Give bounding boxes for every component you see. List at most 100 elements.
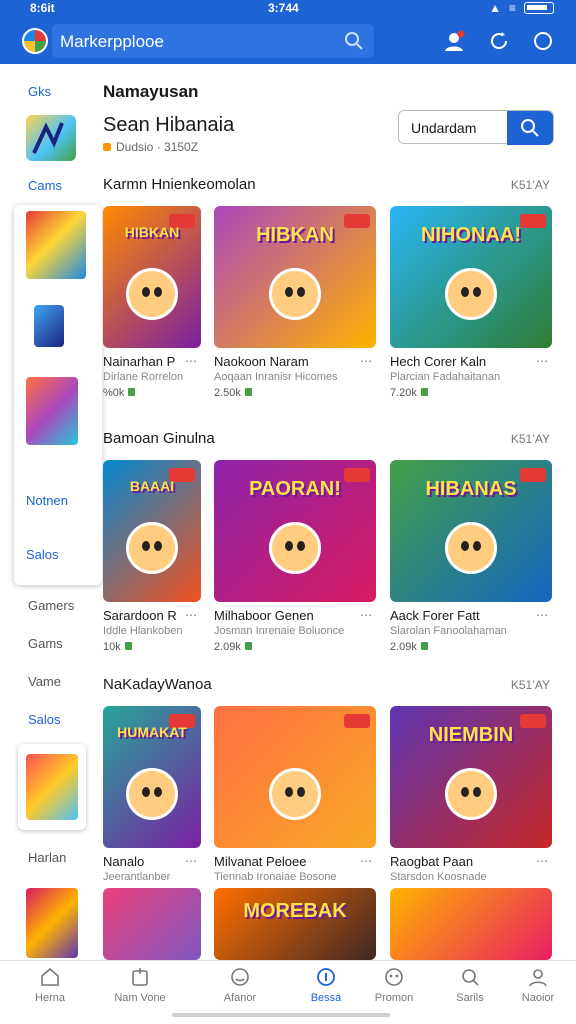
refresh-icon[interactable] [488,30,510,52]
more-options-icon[interactable]: ⋯ [185,608,197,622]
section-more-link[interactable]: K51’AY [511,178,550,192]
sidebar-item-salos[interactable]: Salos [26,547,59,562]
character-icon [126,768,178,820]
more-options-icon[interactable]: ⋯ [185,854,197,868]
game-card[interactable]: HIBKAN Nainarhan P Dirlane Rorrelon %0k ⋯ [103,206,201,399]
profile-icon [529,969,547,987]
game-developer: Plarcian Fadahaitanan [390,371,501,383]
game-thumbnail[interactable] [214,706,376,848]
game-thumbnail[interactable] [390,888,552,960]
game-name: Milvanat Peloee [214,854,307,869]
more-options-icon[interactable]: ⋯ [360,854,372,868]
game-name: Naokoon Naram [214,354,309,369]
game-developer: Tiennab Ironaiae Bosone [214,871,337,883]
game-card[interactable]: HUMAKAT Nanalo Jeerantlanber ⋯ [103,706,201,883]
game-art-title: HIBANAS [425,478,517,500]
more-options-icon[interactable]: ⋯ [360,354,372,368]
game-thumbnail[interactable]: HUMAKAT [103,706,201,848]
search-icon[interactable] [344,31,364,51]
game-card[interactable]: Milvanat Peloee Tiennab Ironaiae Bosone ⋯ [214,706,376,883]
game-thumbnail[interactable]: HIBANAS [390,460,552,602]
search-icon [521,119,539,137]
sidebar-game-thumb[interactable] [26,211,86,279]
sidebar-item-gks[interactable]: Gks [28,84,51,99]
sidebar-featured-card[interactable] [18,744,86,830]
game-thumbnail[interactable] [103,888,201,960]
game-thumbnail[interactable]: HIBKAN [103,206,201,348]
game-art-title: MOREBAK [243,900,347,922]
sidebar-item-vame[interactable]: Vame [28,674,61,689]
character-icon [126,268,178,320]
nav-item[interactable]: Afanor [210,966,270,1004]
update-search-button[interactable] [507,111,553,145]
sidebar-item-gamers[interactable]: Gamers [28,598,74,613]
nav-item[interactable]: Sarils [440,966,500,1004]
section-more-link[interactable]: K51’AY [511,432,550,446]
nav-item[interactable]: Naoior [508,966,568,1004]
game-card[interactable]: MOREBAK [214,888,376,960]
section-title: Bamoan Ginulna [103,430,215,447]
sidebar-item-harlan[interactable]: Harlan [28,850,66,865]
more-options-icon[interactable]: ⋯ [536,854,548,868]
badge-icon [344,714,370,728]
game-card[interactable]: HIBKAN Naokoon Naram Aoqaan Inranisr Hicom… [214,206,376,399]
game-card[interactable]: BAAAI Sarardoon R Iddle Hlankoben 10k ⋯ [103,460,201,653]
game-developer: Slarolan Fanoolahaman [390,625,507,637]
more-options-icon[interactable]: ⋯ [536,608,548,622]
character-icon [126,522,178,574]
section-title: NaKadayWanoa [103,676,212,693]
game-card[interactable]: HIBANAS Aack Forer Fatt Slarolan Fanoolaha… [390,460,552,653]
sidebar-item-gams[interactable]: Gams [28,636,63,651]
store-logo-icon[interactable] [22,28,48,54]
battery-icon [524,2,554,14]
game-developer: Starsdon Koosnade [390,871,487,883]
sidebar-game-thumb[interactable] [26,377,78,445]
settings-icon[interactable] [532,30,554,52]
game-thumbnail[interactable]: NIHONAA! [390,206,552,348]
more-options-icon[interactable]: ⋯ [360,608,372,622]
gamepad-icon [385,968,403,986]
update-field[interactable]: Undardam [398,110,554,145]
more-options-icon[interactable]: ⋯ [536,354,548,368]
sidebar-game-thumb[interactable] [34,305,64,347]
download-count: 2.09k [214,641,376,653]
nav-item[interactable]: Bessa [296,966,356,1004]
wifi-icon: ≡ [508,1,516,15]
section-more-link[interactable]: K51’AY [511,678,550,692]
update-label: Undardam [411,120,477,136]
game-card[interactable] [103,888,201,960]
game-art-title: BAAAI [129,478,175,494]
smiley-icon [231,968,249,986]
sidebar-item-notnen[interactable]: Notnen [26,493,68,508]
game-developer: Jeerantlanber [103,871,171,883]
character-icon [445,522,497,574]
more-options-icon[interactable]: ⋯ [185,354,197,368]
game-art-title: HIBKAN [256,224,334,246]
game-name: Hech Corer Kaln [390,354,487,369]
account-icon[interactable] [444,30,466,52]
status-time-left: 8:6it [30,1,55,15]
game-card[interactable]: PAORAN! Milhaboor Genen Josman Inrenaie Bo… [214,460,376,653]
sidebar-item-cams[interactable]: Cams [28,178,62,193]
nav-item[interactable]: Promon [364,966,424,1004]
character-icon [269,768,321,820]
game-thumbnail[interactable]: HIBKAN [214,206,376,348]
home-icon [41,967,59,986]
info-icon [317,968,335,986]
sidebar-game-thumb[interactable] [26,888,78,958]
game-thumbnail[interactable]: NIEMBIN [390,706,552,848]
nav-item[interactable]: Nam Vone [110,966,170,1004]
game-card[interactable] [390,888,552,960]
game-card[interactable]: NIEMBIN Raogbat Paan Starsdon Koosnade ⋯ [390,706,552,883]
game-thumbnail[interactable]: MOREBAK [214,888,376,960]
game-name: Raogbat Paan [390,854,474,869]
nav-label: Afanor [223,992,257,1004]
game-thumbnail[interactable]: PAORAN! [214,460,376,602]
sidebar-popup: Notnen Salos [14,205,102,585]
game-card[interactable]: NIHONAA! Hech Corer Kaln Plarcian Fadahait… [390,206,552,399]
search-bar[interactable]: Markerpplooe [52,24,374,58]
sidebar-item-salos-2[interactable]: Salos [28,712,61,727]
game-thumbnail[interactable]: BAAAI [103,460,201,602]
game-developer: Iddle Hlankoben [103,625,183,637]
nav-item[interactable]: Herna [20,966,80,1004]
